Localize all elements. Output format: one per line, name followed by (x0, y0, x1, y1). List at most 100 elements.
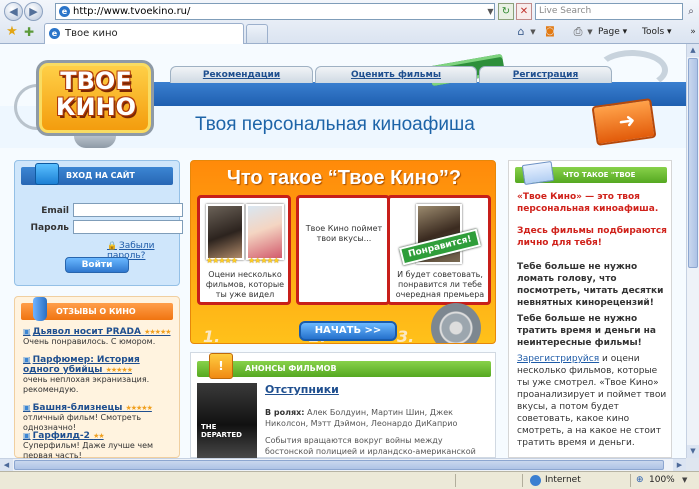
megaphone-icon (33, 297, 47, 321)
review-stars: ★★★★★ (105, 366, 133, 374)
vertical-scroll-thumb[interactable] (688, 58, 698, 268)
announcements-box: ! АНОНСЫ ФИЛЬМОВ THE DEPARTED Отступники… (190, 352, 496, 458)
what-is-banner: Что такое “Твое Кино”? ★★★★★ ★★★★★ Оцени… (190, 160, 496, 344)
print-icon[interactable]: ⎙ (570, 24, 586, 40)
login-button[interactable]: Войти (65, 257, 129, 273)
tools-menu[interactable]: Tools ▾ (642, 24, 686, 40)
review-stars: ★★★★★ (125, 404, 152, 412)
header-stripe (150, 82, 686, 106)
review-title[interactable]: Башня-близнецы (33, 403, 123, 413)
address-bar[interactable]: e http://www.tvoekino.ru/ (55, 3, 495, 20)
horizontal-scroll-thumb[interactable] (14, 460, 664, 470)
horizontal-scrollbar[interactable]: ◀ ▶ (0, 458, 686, 471)
register-link[interactable]: Зарегистрируйся (517, 354, 599, 364)
scroll-up-icon[interactable]: ▲ (687, 44, 699, 57)
new-tab-button[interactable] (246, 24, 268, 43)
live-search-input[interactable]: Live Search (535, 3, 683, 20)
reviews-header-text: ОТЗЫВЫ О КИНО (56, 307, 136, 316)
review-item: ▣ Парфюмер: История одного убийцы ★★★★★ о… (23, 355, 175, 395)
page-viewport: Рекомендации Оценить фильмы Регистрация … (0, 44, 686, 458)
login-user-icon (35, 163, 59, 185)
about-paragraph-rest: и оцени несколько фильмов, которые ты уж… (517, 354, 667, 448)
tab-registration[interactable]: Регистрация (479, 66, 612, 83)
scroll-down-icon[interactable]: ▼ (687, 445, 699, 458)
back-button[interactable]: ◀ (4, 2, 23, 21)
review-title-link[interactable]: ▣ Гарфилд-2 ★★ (23, 431, 175, 441)
feeds-icon[interactable]: ◙ (543, 24, 557, 40)
reviews-header: ОТЗЫВЫ О КИНО (21, 297, 173, 321)
toolbar-overflow-icon[interactable]: » (688, 24, 698, 40)
page-menu[interactable]: Page ▾ (598, 24, 636, 40)
add-favorites-icon[interactable]: ✚ (22, 25, 36, 39)
review-text: отличный фильм! Смотреть однозначно! (23, 413, 142, 432)
scrollbar-corner (686, 458, 699, 471)
zoom-level[interactable]: 100% (649, 472, 679, 489)
film-poster[interactable]: THE DEPARTED (197, 383, 257, 458)
what-is-title: Что такое “Твое Кино”? (226, 167, 462, 189)
rating-stars: ★★★★★ (206, 256, 238, 265)
browser-toolbar: ◀ ▶ e http://www.tvoekino.ru/ ▼ ↻ ✕ Live… (0, 0, 699, 44)
print-dropdown-icon[interactable]: ▼ (586, 24, 594, 40)
scroll-right-icon[interactable]: ▶ (673, 459, 686, 471)
refresh-icon[interactable]: ↻ (498, 3, 514, 20)
review-text: Очень понравилось. С юмором. (23, 337, 156, 346)
home-icon[interactable]: ⌂ (513, 24, 529, 40)
new-badge-icon: ! (209, 353, 233, 379)
about-paragraph: Тебе больше не нужно ломать голову, что … (517, 262, 664, 308)
zoom-dropdown-icon[interactable]: ▼ (682, 472, 692, 489)
comment-icon: ▣ (23, 403, 31, 412)
tab-favicon-icon: e (49, 28, 60, 39)
review-title-link[interactable]: ▣ Парфюмер: История одного убийцы ★★★★★ (23, 355, 175, 375)
status-separator (455, 474, 456, 487)
website: Рекомендации Оценить фильмы Регистрация … (0, 44, 686, 458)
scroll-left-icon[interactable]: ◀ (0, 459, 13, 471)
cast-label: В ролях: (265, 408, 305, 417)
review-item: ▣ Гарфилд-2 ★★ Суперфильм! Даже лучше чем… (23, 431, 175, 458)
review-title[interactable]: Гарфилд-2 (33, 431, 90, 441)
status-separator (522, 474, 523, 487)
address-dropdown-icon[interactable]: ▼ (485, 3, 496, 20)
comment-icon: ▣ (23, 355, 31, 364)
step-card-understand: Твое Кино поймет твои вкусы... (296, 195, 390, 305)
comment-icon: ▣ (23, 431, 31, 440)
tab-recommendations[interactable]: Рекомендации (170, 66, 313, 83)
step-card-rate: ★★★★★ ★★★★★ Оцени несколько фильмов, кот… (197, 195, 291, 305)
step-number: 3. (397, 327, 415, 344)
announcements-header-text: АНОНСЫ ФИЛЬМОВ (245, 364, 337, 373)
password-label: Пароль (30, 223, 69, 233)
about-paragraph: Зарегистрируйся и оцени несколько фильмо… (517, 353, 667, 449)
login-header: ВХОД НА САЙТ (21, 163, 173, 185)
site-logo[interactable]: ТВОЕ КИНО (14, 56, 164, 152)
lock-icon: 🔒 (107, 241, 117, 250)
security-zone[interactable]: Internet (545, 472, 605, 489)
favorites-star-icon[interactable]: ★ (5, 25, 19, 39)
review-item: ▣ Дьявол носит PRADA ★★★★★ Очень понравил… (23, 327, 175, 347)
comment-icon: ▣ (23, 327, 31, 336)
forward-button[interactable]: ▶ (24, 2, 43, 21)
email-field[interactable] (73, 203, 183, 217)
review-title-link[interactable]: ▣ Дьявол носит PRADA ★★★★★ (23, 327, 175, 337)
rating-stars: ★★★★★ (248, 256, 280, 265)
film-reel-icon (431, 303, 481, 343)
film-poster-label: THE DEPARTED (201, 423, 242, 439)
review-title-link[interactable]: ▣ Башня-близнецы ★★★★★ (23, 403, 175, 413)
about-header: ЧТО ТАКОЕ "ТВОЕ КИНО"? (515, 161, 667, 195)
tab-rate-films[interactable]: Оценить фильмы (315, 66, 477, 83)
movie-poster (206, 204, 244, 260)
stop-icon[interactable]: ✕ (516, 3, 532, 20)
home-dropdown-icon[interactable]: ▼ (529, 24, 537, 40)
logo-tv-stand (74, 136, 116, 148)
password-field[interactable] (73, 220, 183, 234)
vertical-scrollbar[interactable]: ▲ ▼ (686, 44, 699, 458)
search-icon[interactable]: ⌕ (684, 3, 698, 20)
start-button[interactable]: НАЧАТЬ >> (299, 321, 397, 341)
review-item: ▣ Башня-близнецы ★★★★★ отличный фильм! См… (23, 403, 175, 433)
review-title[interactable]: Дьявол носит PRADA (33, 327, 141, 337)
site-tagline: Твоя персональная киноафиша (195, 114, 475, 135)
login-header-text: ВХОД НА САЙТ (66, 171, 135, 180)
browser-tab[interactable]: e Твое кино (44, 23, 244, 44)
review-text: очень неплохая экранизация. рекомендую. (23, 375, 150, 394)
email-label: Email (41, 206, 69, 216)
zoom-icon[interactable]: ⊕ (636, 472, 648, 489)
film-title-link[interactable]: Отступники (265, 383, 485, 396)
